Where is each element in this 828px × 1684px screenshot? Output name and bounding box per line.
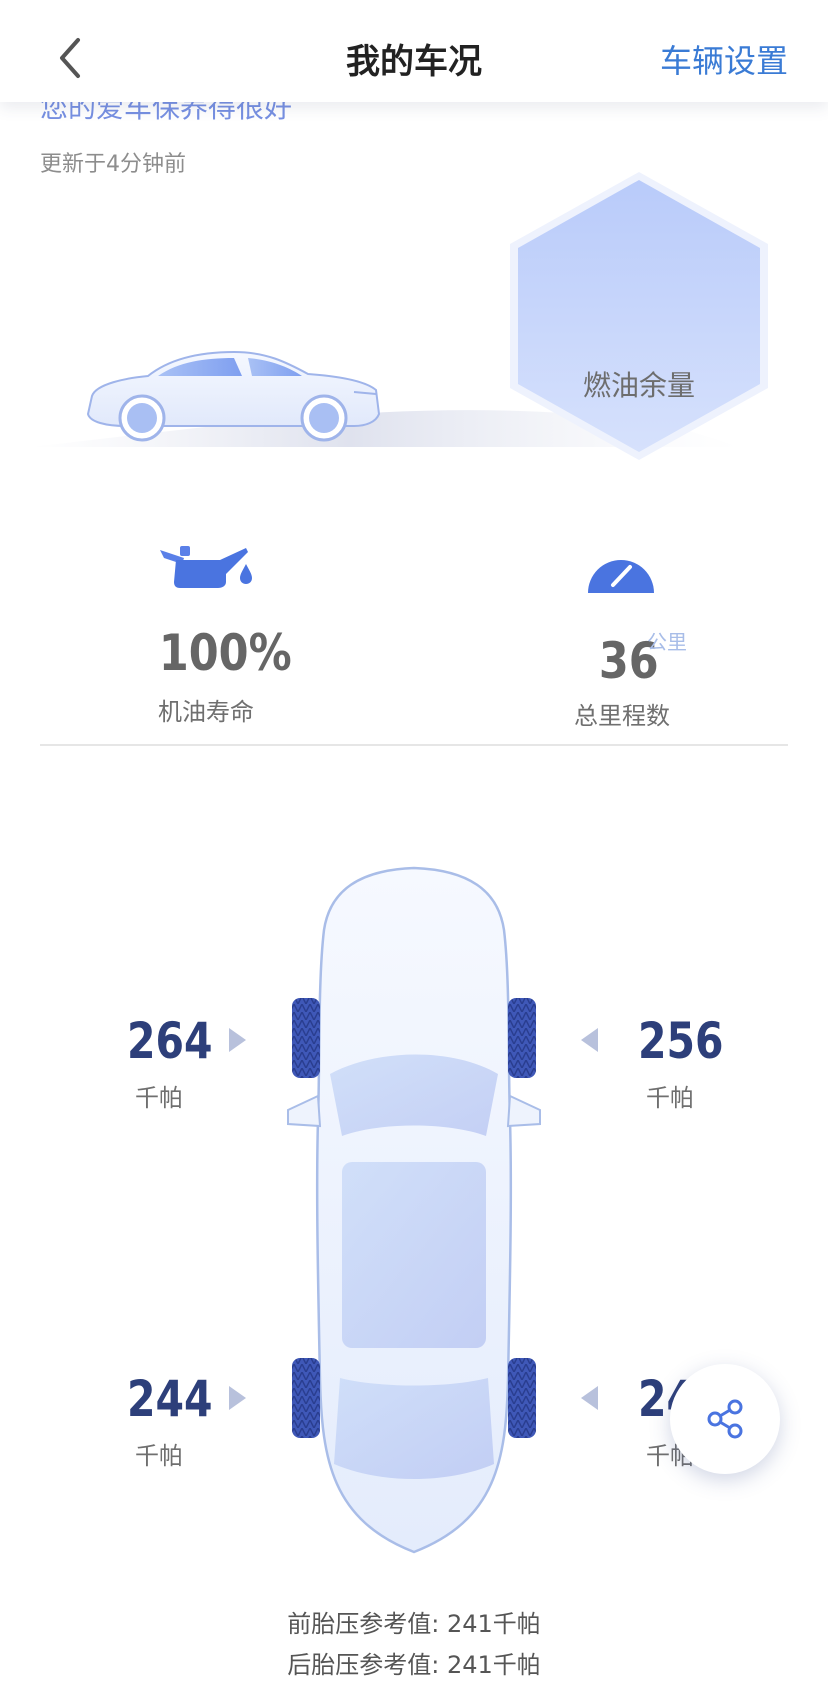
top-nav-bar: 我的车况 车辆设置 [0, 0, 828, 102]
oil-life-label: 机油寿命 [158, 698, 254, 726]
arrow-right-icon [229, 1386, 246, 1410]
vehicle-settings-button[interactable]: 车辆设置 [660, 36, 788, 82]
fuel-gauge-hexagon [510, 172, 768, 460]
car-top-view-illustration [287, 866, 541, 1554]
rear-tire-reference: 后胎压参考值: 241千帕 [287, 1651, 541, 1679]
front-left-tire-unit: 千帕 [135, 1084, 183, 1112]
oil-can-icon [160, 546, 252, 588]
update-time: 更新于4分钟前 [40, 152, 186, 177]
speedometer-icon [588, 560, 654, 593]
arrow-left-icon [581, 1386, 598, 1410]
mileage-unit: 公里 [647, 630, 687, 654]
rear-left-tire-unit: 千帕 [135, 1442, 183, 1470]
mileage-label: 总里程数 [574, 702, 670, 730]
front-right-tire-pressure: 256 [638, 1012, 724, 1070]
car-side-illustration [86, 350, 381, 442]
fuel-level-label: 燃油余量 [582, 369, 695, 402]
arrow-right-icon [229, 1028, 246, 1052]
front-right-tire-unit: 千帕 [646, 1084, 694, 1112]
share-button[interactable] [670, 1364, 780, 1474]
divider [40, 744, 788, 746]
front-tire-reference: 前胎压参考值: 241千帕 [287, 1610, 541, 1638]
front-left-tire-pressure: 264 [127, 1012, 213, 1070]
arrow-left-icon [581, 1028, 598, 1052]
oil-life-value: 100% [158, 624, 292, 682]
share-icon [707, 1399, 743, 1439]
rear-left-tire-pressure: 244 [127, 1370, 213, 1428]
